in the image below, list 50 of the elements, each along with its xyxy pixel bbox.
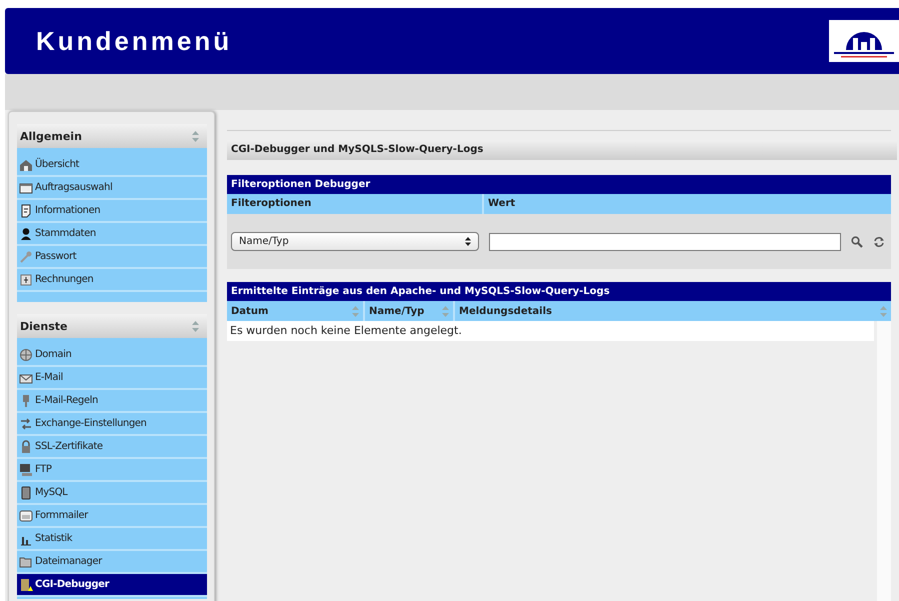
sidebar-item[interactable]: SSL-Zertifikate [17, 436, 207, 459]
page-title: CGI-Debugger und MySQLS-Slow-Query-Logs [227, 140, 897, 160]
sort-icon[interactable] [442, 306, 449, 316]
sidebar-item[interactable]: CGI-Debugger [17, 574, 207, 597]
section-header[interactable]: Dienste [17, 314, 207, 338]
sort-icon[interactable] [192, 320, 199, 332]
sort-icon[interactable] [880, 306, 887, 316]
arrows-icon [19, 416, 33, 430]
sidebar-item[interactable]: Statistik [17, 528, 207, 551]
column-header[interactable]: Meldungsdetails [459, 306, 552, 316]
app-title: Kundenmenü [36, 26, 232, 56]
column-header: Wert [487, 197, 516, 211]
column-header[interactable]: Name/Typ [369, 306, 424, 316]
form-icon [19, 508, 33, 522]
key-icon [19, 250, 33, 264]
sidebar-item[interactable]: E-Mail [17, 367, 207, 390]
sidebar-item[interactable]: Passwort [17, 246, 207, 269]
sort-icon[interactable] [192, 130, 199, 142]
sidebar-item[interactable]: MySQL [17, 482, 207, 505]
sidebar-item[interactable]: Domain [17, 344, 207, 367]
computer-icon [19, 462, 33, 476]
sidebar-item[interactable]: E-Mail-Regeln [17, 390, 207, 413]
window-icon [19, 180, 33, 194]
sidebar-item[interactable]: Stammdaten [17, 223, 207, 246]
database-icon [19, 486, 33, 500]
sidebar-item[interactable]: Exchange-Einstellungen [17, 413, 207, 436]
column-header[interactable]: Datum [231, 306, 268, 316]
sidebar-item[interactable]: Übersicht [17, 154, 207, 177]
panel-title: Filteroptionen Debugger [227, 175, 891, 194]
lock-icon [19, 440, 33, 454]
person-icon [19, 226, 33, 240]
empty-message: Es wurden noch keine Elemente angelegt. [227, 321, 874, 341]
caret-icon [465, 237, 471, 246]
sort-icon[interactable] [352, 306, 359, 316]
sidebar-item[interactable]: Rechnungen [17, 269, 207, 292]
sidebar-item[interactable]: FTP [17, 459, 207, 482]
globe-icon [19, 348, 33, 362]
sidebar-item[interactable]: Informationen [17, 200, 207, 223]
value-input[interactable] [489, 232, 841, 250]
panel-title: Ermittelte Einträge aus den Apache- und MySQLS-Slow-Query-Logs [227, 282, 891, 301]
scrollbar[interactable] [877, 321, 891, 601]
sidebar-item[interactable]: Auftragsauswahl [17, 177, 207, 200]
search-icon[interactable] [851, 236, 863, 248]
refresh-icon[interactable] [873, 236, 885, 248]
filter-select[interactable]: Name/Typ [231, 232, 479, 251]
section-header[interactable]: Allgemein [17, 124, 207, 148]
document-icon [19, 204, 33, 218]
folder-icon [19, 554, 33, 568]
sidebar-item[interactable]: Formmailer [17, 505, 207, 528]
house-icon [19, 158, 33, 172]
